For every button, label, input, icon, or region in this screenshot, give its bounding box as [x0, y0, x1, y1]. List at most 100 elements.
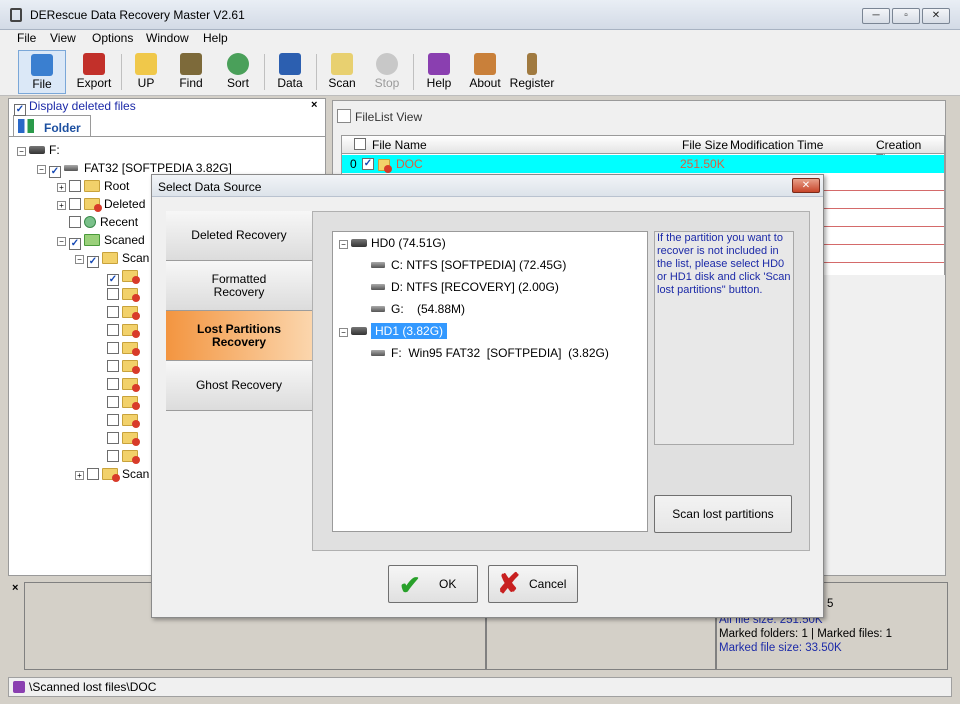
- tree-node-file[interactable]: [107, 321, 142, 339]
- tree-node-recent[interactable]: Recent: [69, 213, 138, 231]
- dialog-close-button[interactable]: ✕: [792, 178, 820, 193]
- partition-icon: [371, 350, 385, 356]
- tree-checkbox[interactable]: [69, 180, 81, 192]
- menu-options[interactable]: Options: [92, 31, 133, 45]
- marked-file-size: Marked file size: 33.50K: [719, 642, 842, 654]
- menu-bar: File View Options Window Help: [0, 30, 960, 48]
- export-icon: [83, 53, 105, 75]
- deleted-folder-icon: [84, 198, 102, 212]
- display-deleted-row[interactable]: ✓ Display deleted files: [14, 99, 136, 116]
- close-button[interactable]: ✕: [922, 8, 950, 24]
- find-button[interactable]: Find: [167, 50, 215, 94]
- register-button[interactable]: Register: [508, 50, 556, 94]
- expand-icon: +: [57, 201, 66, 210]
- column-modification-time[interactable]: Modification Time: [730, 138, 823, 152]
- tree-node-file[interactable]: [107, 393, 142, 411]
- tree-node-scan-bottom[interactable]: + Scan: [75, 465, 149, 483]
- tree-node-file[interactable]: [107, 447, 142, 465]
- tree-checkbox[interactable]: [107, 414, 119, 426]
- help-button[interactable]: Help: [415, 50, 463, 94]
- menu-help[interactable]: Help: [203, 31, 228, 45]
- lost-folder-icon: [102, 468, 120, 482]
- toolbar-separator: [413, 54, 414, 90]
- tree-node-file[interactable]: [107, 357, 142, 375]
- bottom-close-icon[interactable]: ×: [12, 582, 18, 594]
- minimize-button[interactable]: ─: [862, 8, 890, 24]
- tree-checkbox[interactable]: [107, 288, 119, 300]
- tree-checkbox[interactable]: [107, 450, 119, 462]
- tree-node-g[interactable]: G: (54.88M): [371, 300, 465, 318]
- lost-folder-icon: [122, 342, 140, 356]
- menu-file[interactable]: File: [17, 31, 36, 45]
- collapse-icon: −: [57, 237, 66, 246]
- select-all-checkbox[interactable]: [354, 138, 366, 150]
- tab-deleted-recovery[interactable]: Deleted Recovery: [166, 211, 312, 261]
- sort-button[interactable]: Sort: [214, 50, 262, 94]
- tree-checkbox[interactable]: [107, 432, 119, 444]
- column-file-size[interactable]: File Size: [682, 138, 728, 152]
- cancel-label: Cancel: [529, 577, 567, 591]
- tree-node-file[interactable]: [107, 411, 142, 429]
- left-pane-close-icon[interactable]: ×: [311, 99, 317, 111]
- lost-folder-icon: [122, 432, 140, 446]
- tree-node-root[interactable]: + Root: [57, 177, 129, 195]
- tree-checkbox[interactable]: [107, 342, 119, 354]
- collapse-icon: −: [339, 328, 348, 337]
- file-button[interactable]: File: [18, 50, 66, 94]
- scan-lost-partitions-button[interactable]: Scan lost partitions: [654, 495, 792, 533]
- tree-node-scan-sub[interactable]: − ✓ Scan: [75, 249, 149, 268]
- display-deleted-checkbox[interactable]: ✓: [14, 104, 26, 116]
- tree-node-file[interactable]: [107, 303, 142, 321]
- lost-folder-icon: [122, 450, 140, 464]
- app-icon: [10, 8, 22, 22]
- restore-button[interactable]: ▫: [892, 8, 920, 24]
- tree-node-c[interactable]: C: NTFS [SOFTPEDIA] (72.45G): [371, 256, 566, 274]
- tree-node-drive[interactable]: − F:: [17, 141, 60, 159]
- hard-disk-icon: [351, 239, 367, 247]
- row-checkbox[interactable]: ✓: [362, 158, 374, 170]
- menu-view[interactable]: View: [50, 31, 76, 45]
- about-button[interactable]: About: [461, 50, 509, 94]
- toolbar: File Export UP Find Sort Data Scan Stop …: [0, 48, 960, 96]
- tree-node-d[interactable]: D: NTFS [RECOVERY] (2.00G): [371, 278, 559, 296]
- tree-checkbox[interactable]: [69, 216, 81, 228]
- tab-lost-partitions-recovery[interactable]: Lost Partitions Recovery: [166, 311, 312, 361]
- tab-ghost-recovery[interactable]: Ghost Recovery: [166, 361, 312, 411]
- tree-checkbox[interactable]: [107, 324, 119, 336]
- stop-button[interactable]: Stop: [363, 50, 411, 94]
- hard-disk-icon: [351, 327, 367, 335]
- tree-checkbox[interactable]: [87, 468, 99, 480]
- tree-node-deleted[interactable]: + Deleted: [57, 195, 145, 213]
- tree-checkbox[interactable]: ✓: [87, 256, 99, 268]
- tree-node-file[interactable]: [107, 339, 142, 357]
- up-button[interactable]: UP: [122, 50, 170, 94]
- ok-button[interactable]: ✔ OK: [388, 565, 478, 603]
- tree-checkbox[interactable]: [107, 360, 119, 372]
- tree-node-file[interactable]: [107, 375, 142, 393]
- folder-icon: [102, 252, 118, 264]
- data-button[interactable]: Data: [266, 50, 314, 94]
- tree-checkbox[interactable]: [107, 378, 119, 390]
- tree-checkbox[interactable]: [69, 198, 81, 210]
- cancel-button[interactable]: ✘ Cancel: [488, 565, 578, 603]
- tree-node-hd0[interactable]: − HD0 (74.51G): [339, 234, 446, 252]
- stop-icon: [376, 53, 398, 75]
- menu-window[interactable]: Window: [146, 31, 189, 45]
- scan-button[interactable]: Scan: [318, 50, 366, 94]
- tree-checkbox[interactable]: [107, 306, 119, 318]
- tree-node-f[interactable]: F: Win95 FAT32 [SOFTPEDIA] (3.82G): [371, 344, 609, 362]
- tree-node-file[interactable]: ✓: [107, 267, 142, 286]
- lost-folder-icon: [122, 270, 140, 284]
- tree-node-file[interactable]: [107, 429, 142, 447]
- tree-node-file[interactable]: [107, 285, 142, 303]
- partition-icon: [371, 306, 385, 312]
- column-file-name[interactable]: File Name: [372, 138, 427, 152]
- table-row[interactable]: 0 ✓ DOC 251.50K: [342, 155, 944, 173]
- partition-icon: [371, 284, 385, 290]
- tree-node-scaned[interactable]: − ✓ Scaned: [57, 231, 145, 250]
- tab-formatted-recovery[interactable]: Formatted Recovery: [166, 261, 312, 311]
- tree-node-hd1[interactable]: − HD1 (3.82G): [339, 322, 448, 340]
- tree-checkbox[interactable]: [107, 396, 119, 408]
- export-button[interactable]: Export: [70, 50, 118, 94]
- folder-tab[interactable]: Folder: [13, 115, 91, 137]
